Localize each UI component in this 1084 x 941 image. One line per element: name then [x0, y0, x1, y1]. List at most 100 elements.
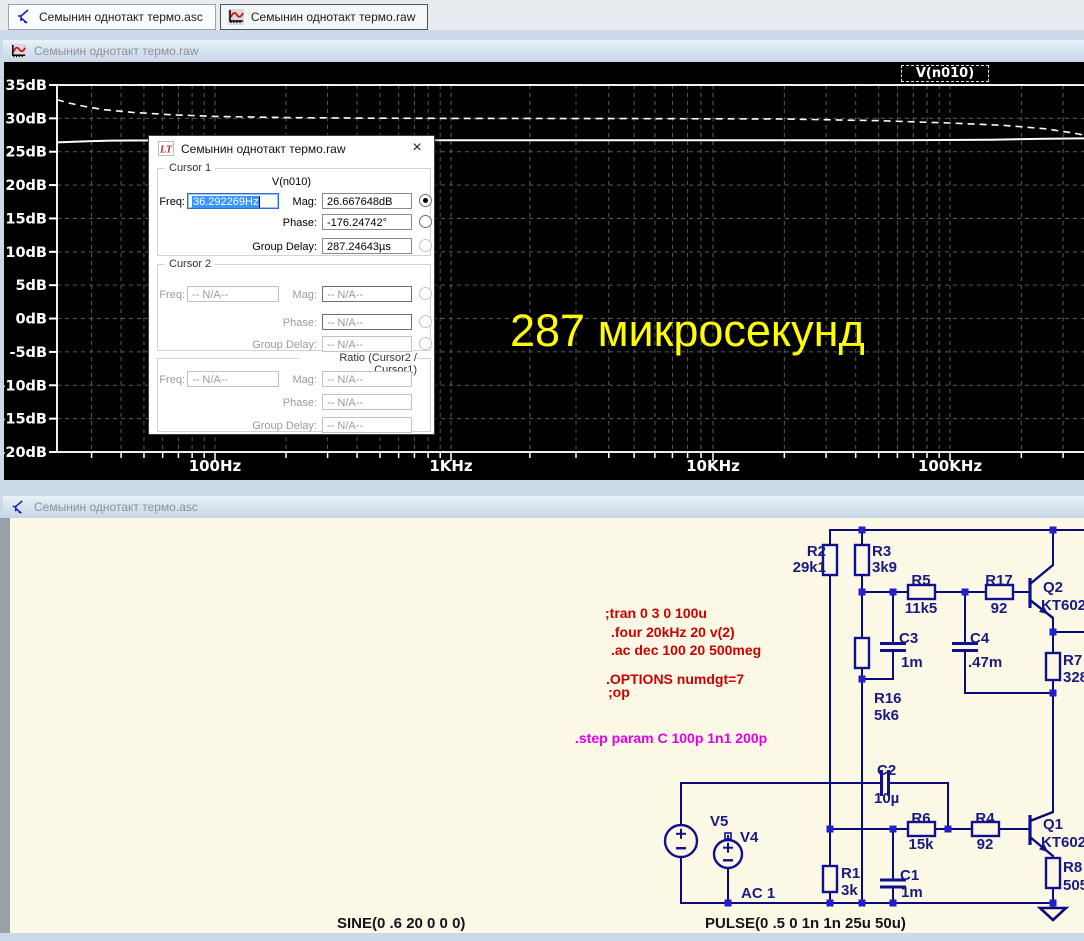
plot-annotation-text: 287 микросекунд: [510, 305, 865, 356]
schematic-text: R16: [874, 690, 902, 707]
waveform-icon: [10, 43, 27, 60]
cursor2-mag-input[interactable]: -- N/A--: [322, 286, 412, 302]
resistor: [1044, 856, 1062, 890]
junction-dot: [944, 825, 952, 833]
cursor1-phase-input[interactable]: -176.24742°: [322, 214, 412, 230]
junction-dot: [1049, 526, 1057, 534]
svg-text:35dB: 35dB: [5, 78, 47, 94]
cursor2-groupdelay-radio[interactable]: [419, 337, 432, 350]
schematic-text: R17: [985, 572, 1013, 589]
ltspice-app: Семынин однотакт термо.asc Семынин однот…: [0, 0, 1084, 941]
junction-dot: [858, 675, 866, 683]
schematic-text: .47m: [968, 654, 1002, 671]
resistor: [853, 636, 871, 670]
resistor: [1044, 651, 1062, 682]
schematic-text: 1m: [901, 654, 923, 671]
schematic-text: 3k: [841, 882, 858, 899]
cursor2-phase-radio[interactable]: [419, 315, 432, 328]
tab-waveform-file[interactable]: Семынин однотакт термо.raw: [219, 4, 429, 30]
ratio-mag-input[interactable]: -- N/A--: [322, 371, 412, 387]
cursor2-freq-input[interactable]: -- N/A--: [187, 286, 279, 302]
schematic-text: C1: [900, 867, 919, 884]
cursor2-freq-label: Freq:: [159, 289, 185, 301]
svg-text:-15dB: -15dB: [4, 412, 47, 428]
svg-text:10dB: 10dB: [5, 245, 47, 261]
schematic-text: ;op: [608, 684, 630, 700]
schematic-icon: [10, 499, 27, 516]
schematic-text: Q2: [1043, 579, 1063, 596]
cursor1-phase-radio[interactable]: [419, 215, 432, 228]
schematic-canvas[interactable]: R2 29k1 R3 3k9 R5 11k5 R17 92 Q2 KT602 R7 328 C3 1m C4…: [10, 518, 1084, 933]
cursor1-freq-input[interactable]: 36.292269Hz: [187, 193, 279, 209]
schematic-text: 5k6: [874, 707, 899, 724]
svg-text:-20dB: -20dB: [4, 445, 47, 461]
cursor2-group-label: Cursor 2: [165, 258, 216, 270]
junction-dot: [724, 899, 732, 907]
schematic-text: V5: [710, 813, 728, 830]
waveform-window-titlebar[interactable]: Семынин однотакт термо.raw: [3, 40, 1084, 62]
schematic-window-title: Семынин однотакт термо.asc: [34, 500, 198, 514]
schematic-text: 92: [977, 836, 994, 853]
schematic-text: 15k: [908, 836, 934, 853]
ratio-phase-input[interactable]: -- N/A--: [322, 394, 412, 410]
schematic-text: 3k9: [872, 559, 897, 576]
svg-text:100Hz: 100Hz: [189, 457, 242, 475]
cursor-dialog[interactable]: LT Семынин однотакт термо.raw × Cursor 1…: [148, 135, 435, 435]
cursor1-trace-name: V(n010): [271, 176, 312, 188]
waveform-icon: [227, 8, 245, 26]
schematic-text: KT602: [1041, 834, 1084, 851]
schematic-text: .ac dec 100 20 500meg: [611, 642, 761, 658]
schematic-text: 10µ: [874, 790, 899, 807]
tab-label: Семынин однотакт термо.raw: [250, 10, 416, 24]
ratio-phase-label: Phase:: [282, 397, 317, 409]
cursor2-phase-label: Phase:: [282, 317, 317, 329]
schematic-left-border: [0, 518, 10, 933]
ratio-groupdelay-label: Group Delay:: [252, 420, 317, 432]
schematic-text: AC 1: [741, 885, 775, 902]
cursor1-mag-label: Mag:: [292, 196, 317, 208]
junction-dot: [858, 899, 866, 907]
svg-text:LT: LT: [159, 145, 173, 156]
ratio-freq-input[interactable]: -- N/A--: [187, 371, 279, 387]
schematic-text: 11k5: [905, 600, 938, 617]
cursor1-group-label: Cursor 1: [165, 162, 216, 174]
tab-label: Семынин однотакт термо.asc: [39, 10, 203, 24]
tab-bar: Семынин однотакт термо.asc Семынин однот…: [0, 0, 1084, 30]
cursor2-groupdelay-input[interactable]: -- N/A--: [322, 336, 412, 352]
resistor: [853, 543, 871, 577]
junction-dot: [889, 899, 897, 907]
schematic-text: R6: [911, 810, 930, 827]
trace-legend[interactable]: V(n010): [901, 65, 989, 82]
schematic-text: R3: [872, 543, 891, 560]
svg-text:1KHz: 1KHz: [429, 457, 473, 475]
ratio-groupdelay-input[interactable]: -- N/A--: [322, 417, 412, 433]
svg-text:100KHz: 100KHz: [918, 457, 982, 475]
schematic-drawing[interactable]: R229k1R33k9R511k5R1792Q2KT602R7328C31mC4…: [10, 518, 1084, 933]
schematic-text: C2: [877, 762, 896, 779]
cursor1-groupdelay-input[interactable]: 287.24643µs: [322, 238, 412, 254]
tab-schematic-file[interactable]: Семынин однотакт термо.asc: [8, 4, 216, 30]
schematic-window: Семынин однотакт термо.asc R2 29k1 R3 3k9 R5…: [0, 488, 1084, 941]
cursor2-mag-radio[interactable]: [419, 287, 432, 300]
schematic-text: R7: [1063, 652, 1082, 669]
trace-phase: [56, 98, 1084, 136]
cursor-dialog-titlebar[interactable]: LT Семынин однотакт термо.raw: [149, 136, 434, 161]
schematic-text: ;tran 0 3 0 100u: [605, 605, 707, 621]
svg-text:25dB: 25dB: [5, 145, 47, 161]
cursor1-mag-input[interactable]: 26.667648dB: [322, 193, 412, 209]
schematic-text: 29k1: [793, 559, 826, 576]
schematic-window-titlebar[interactable]: Семынин однотакт термо.asc: [3, 496, 1084, 518]
cursor2-phase-input[interactable]: -- N/A--: [322, 314, 412, 330]
schematic-text: .step param C 100p 1n1 200p: [575, 730, 767, 746]
junction-dot: [826, 825, 834, 833]
resistor: [821, 864, 839, 894]
schematic-text: R5: [911, 572, 930, 589]
cursor1-mag-radio[interactable]: [419, 194, 432, 207]
schematic-text: KT602: [1041, 597, 1084, 614]
junction-dot: [1049, 899, 1057, 907]
close-icon[interactable]: ×: [407, 138, 427, 158]
waveform-window-title: Семынин однотакт термо.raw: [34, 44, 199, 58]
cursor2-groupdelay-label: Group Delay:: [252, 339, 317, 351]
cursor1-groupdelay-radio[interactable]: [419, 239, 432, 252]
junction-dot: [961, 588, 969, 596]
